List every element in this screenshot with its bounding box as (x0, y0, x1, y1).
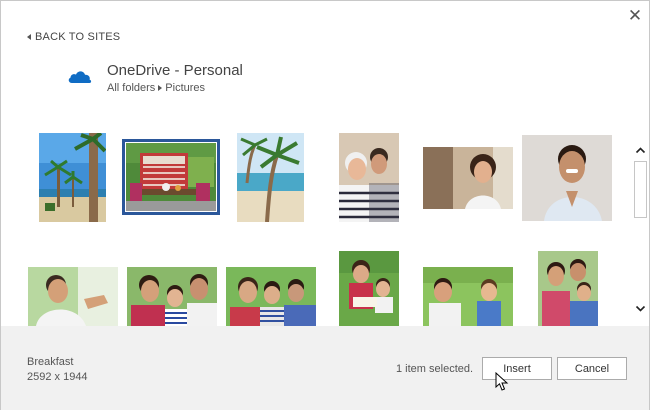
photo-thumbnail[interactable] (237, 133, 304, 222)
photo-thumbnail-selected[interactable] (122, 139, 220, 215)
chevron-up-icon[interactable] (635, 145, 646, 156)
back-to-sites-label: BACK TO SITES (35, 31, 121, 43)
selected-file-dimensions: 2592 x 1944 (27, 371, 88, 383)
photo-thumbnail[interactable] (28, 267, 118, 326)
photo-thumbnail[interactable] (39, 133, 106, 222)
chevron-left-icon (27, 34, 31, 40)
vertical-scrollbar[interactable] (632, 133, 649, 323)
photo-thumbnail[interactable] (423, 267, 513, 326)
photo-thumbnail[interactable] (538, 251, 598, 326)
breadcrumb-all-folders[interactable]: All folders (107, 82, 155, 94)
breadcrumb: All folders Pictures (107, 82, 205, 94)
selection-status: 1 item selected. (396, 363, 474, 375)
photo-thumbnail[interactable] (339, 251, 399, 326)
photo-thumbnail[interactable] (339, 133, 399, 222)
selected-file-name: Breakfast (27, 356, 74, 368)
photo-thumbnail[interactable] (522, 135, 612, 221)
close-button[interactable]: ✕ (625, 6, 645, 26)
chevron-right-icon (158, 85, 163, 91)
insert-button[interactable]: Insert (482, 357, 552, 380)
breadcrumb-pictures[interactable]: Pictures (165, 82, 205, 94)
back-to-sites-link[interactable]: BACK TO SITES (27, 31, 120, 43)
close-icon: ✕ (627, 6, 643, 25)
photo-thumbnail[interactable] (127, 267, 217, 326)
photo-grid (1, 121, 631, 326)
photo-thumbnail[interactable] (423, 147, 513, 209)
photo-thumbnail[interactable] (226, 267, 316, 326)
scrollbar-thumb[interactable] (634, 161, 647, 218)
chevron-down-icon[interactable] (635, 303, 646, 314)
cancel-button[interactable]: Cancel (557, 357, 627, 380)
service-name: OneDrive - Personal (107, 62, 243, 79)
insert-pictures-dialog: ✕ BACK TO SITES OneDrive - Personal All … (0, 0, 650, 410)
onedrive-cloud-icon (68, 71, 92, 83)
footer-bar: Breakfast 2592 x 1944 1 item selected. I… (1, 326, 649, 410)
